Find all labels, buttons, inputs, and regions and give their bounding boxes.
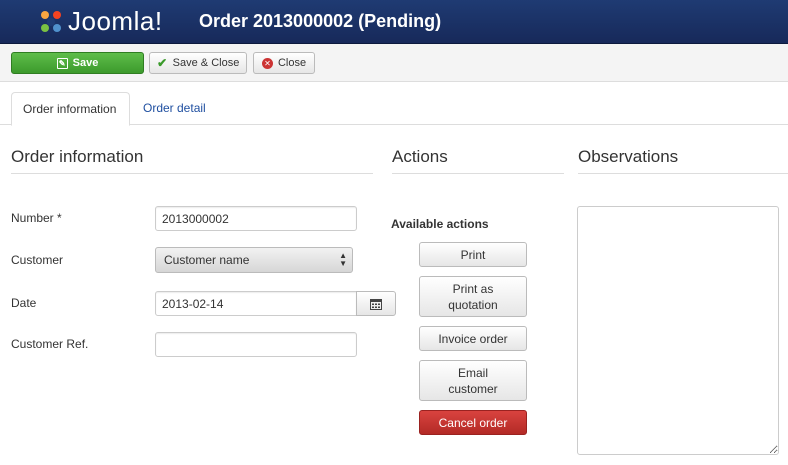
customer-ref-input[interactable] xyxy=(155,332,357,357)
customer-label: Customer xyxy=(11,253,64,267)
tab-bar: Order information Order detail xyxy=(0,82,788,126)
actions-heading: Actions xyxy=(392,147,448,166)
cancel-order-button[interactable]: Cancel order xyxy=(419,410,527,435)
email-customer-button[interactable]: Email customer xyxy=(419,360,527,401)
check-icon: ✔ xyxy=(157,55,168,70)
date-label: Date xyxy=(11,296,37,310)
calendar-button[interactable] xyxy=(356,291,396,316)
divider xyxy=(11,173,373,174)
divider xyxy=(392,173,564,174)
available-actions-label: Available actions xyxy=(391,217,489,231)
observations-textarea[interactable] xyxy=(577,206,779,455)
customer-ref-label: Customer Ref. xyxy=(11,337,89,351)
close-icon: ✕ xyxy=(261,57,273,69)
joomla-logo-icon xyxy=(41,11,61,32)
print-quotation-button[interactable]: Print as quotation xyxy=(419,276,527,317)
tab-order-information[interactable]: Order information xyxy=(11,92,130,126)
save-close-button[interactable]: ✔ Save & Close xyxy=(149,52,247,74)
number-input[interactable] xyxy=(155,206,357,231)
edit-icon: ✎ xyxy=(56,57,68,69)
save-button[interactable]: ✎ Save xyxy=(11,52,144,74)
customer-select[interactable]: Customer name ▲ ▼ xyxy=(155,247,353,273)
tab-order-detail[interactable]: Order detail xyxy=(132,92,217,126)
close-button[interactable]: ✕ Close xyxy=(253,52,315,74)
divider xyxy=(578,173,788,174)
logo-text: Joomla! xyxy=(68,6,163,36)
select-arrows-icon: ▲ ▼ xyxy=(339,251,347,268)
invoice-order-button[interactable]: Invoice order xyxy=(419,326,527,351)
customer-select-value: Customer name xyxy=(164,253,250,267)
save-close-button-label: Save & Close xyxy=(172,57,240,69)
observations-heading: Observations xyxy=(578,147,679,166)
calendar-icon xyxy=(370,298,382,310)
close-button-label: Close xyxy=(277,57,307,69)
date-input[interactable] xyxy=(155,291,357,316)
order-information-heading: Order information xyxy=(11,147,144,166)
page-title: Order 2013000002 (Pending) xyxy=(199,11,442,31)
print-button[interactable]: Print xyxy=(419,242,527,267)
number-label: Number * xyxy=(11,211,62,225)
save-button-label: Save xyxy=(72,57,99,69)
toolbar: ✎ Save ✔ Save & Close ✕ Close xyxy=(0,44,788,82)
app-header: Joomla! Order 2013000002 (Pending) xyxy=(0,0,788,44)
